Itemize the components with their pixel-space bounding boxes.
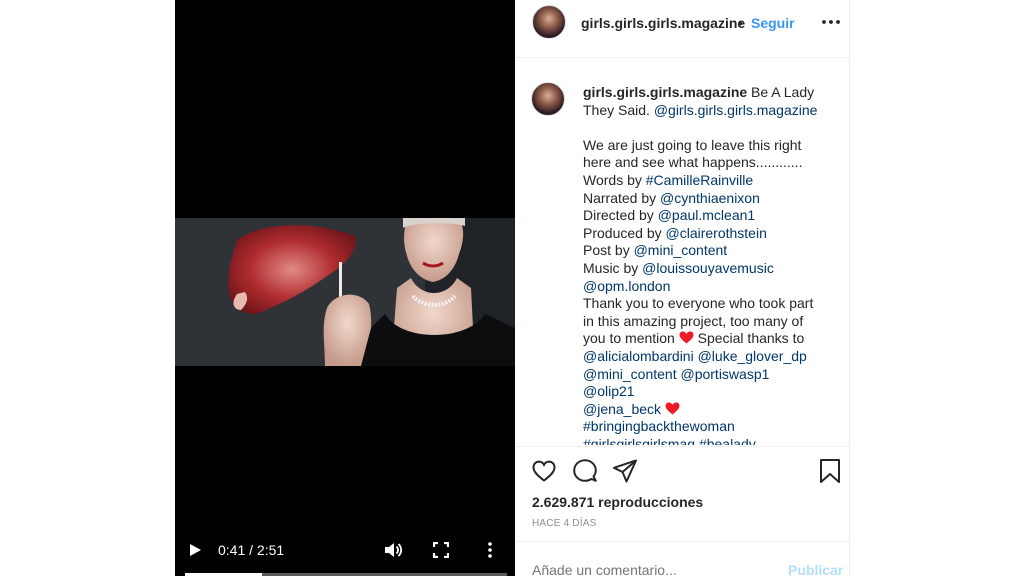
more-vertical-icon[interactable]	[481, 541, 499, 559]
video-frame	[175, 218, 515, 366]
follow-button[interactable]: Seguir	[751, 15, 795, 31]
mention-link[interactable]: @mini_content	[634, 242, 728, 258]
video-time: 0:41 / 2:51	[218, 542, 284, 558]
post-caption: girls.girls.girls.magazine Be A Lady The…	[583, 84, 823, 445]
mention-link[interactable]: @luke_glover_dp	[698, 348, 807, 364]
mention-link[interactable]: @mini_content	[583, 366, 677, 382]
header-username[interactable]: girls.girls.girls.magazine	[581, 15, 745, 31]
video-still-image	[175, 218, 515, 366]
mention-link[interactable]: @louissouyavemusic	[642, 260, 774, 276]
volume-icon[interactable]	[383, 541, 403, 559]
time-separator: /	[249, 542, 254, 558]
caption-line: Narrated by	[583, 189, 661, 206]
publish-button[interactable]: Publicar	[788, 562, 843, 576]
caption-line: Words by	[583, 171, 646, 188]
caption-area: girls.girls.girls.magazine Be A Lady The…	[515, 70, 850, 445]
heart-outline-icon[interactable]	[531, 458, 557, 484]
caption-line: Post by	[583, 242, 634, 259]
caption-line: Music by	[583, 259, 643, 276]
view-count[interactable]: 2.629.871 reproducciones	[532, 494, 703, 510]
fullscreen-icon[interactable]	[433, 542, 449, 558]
post-header: girls.girls.girls.magazine • Seguir	[515, 0, 850, 58]
hashtag-link[interactable]: #girlsgirlsgirlsmag	[583, 436, 695, 445]
mention-link[interactable]: @clairerothstein	[666, 225, 767, 241]
comment-input[interactable]	[532, 562, 772, 576]
caption-line: We are just going to leave this right he…	[583, 136, 803, 171]
red-heart-icon	[679, 331, 694, 344]
post-actions	[531, 458, 841, 486]
divider	[515, 446, 850, 447]
caption-line: Directed by	[583, 207, 658, 224]
mention-link[interactable]: @alicialombardini	[583, 348, 694, 364]
bookmark-icon[interactable]	[817, 458, 843, 484]
mention-link[interactable]: @olip21	[583, 383, 635, 399]
mention-link[interactable]: @paul.mclean1	[658, 207, 756, 223]
mention-link[interactable]: @portiswasp1	[680, 366, 769, 382]
video-player[interactable]: 0:41 / 2:51	[175, 0, 515, 576]
post-sidebar: girls.girls.girls.magazine • Seguir girl…	[515, 0, 850, 576]
mention-link[interactable]: @jena_beck	[583, 401, 661, 417]
header-dot: •	[738, 15, 743, 31]
mention-link[interactable]: @opm.london	[583, 278, 670, 294]
caption-line: Produced by	[583, 224, 666, 241]
video-controls: 0:41 / 2:51	[175, 532, 515, 568]
send-icon[interactable]	[612, 458, 638, 484]
hashtag-link[interactable]: #bealady	[699, 436, 756, 445]
caption-username[interactable]: girls.girls.girls.magazine	[583, 84, 747, 100]
hashtag-link[interactable]: #bringingbackthewoman	[583, 418, 735, 434]
current-time: 0:41	[218, 542, 246, 558]
more-horizontal-icon[interactable]	[821, 14, 841, 30]
caption-avatar[interactable]	[531, 82, 565, 116]
post-time: HACE 4 DÍAS	[532, 518, 597, 529]
caption-mention[interactable]: @girls.girls.girls.magazine	[654, 102, 818, 118]
red-heart-icon	[665, 402, 680, 415]
play-icon[interactable]	[187, 542, 203, 558]
mention-link[interactable]: @cynthiaenixon	[660, 190, 760, 206]
divider	[515, 541, 850, 542]
hashtag-link[interactable]: #CamilleRainville	[646, 172, 753, 188]
duration: 2:51	[256, 542, 285, 558]
comment-icon[interactable]	[572, 458, 598, 484]
caption-line: Special thanks to	[693, 330, 805, 347]
avatar[interactable]	[532, 5, 566, 39]
